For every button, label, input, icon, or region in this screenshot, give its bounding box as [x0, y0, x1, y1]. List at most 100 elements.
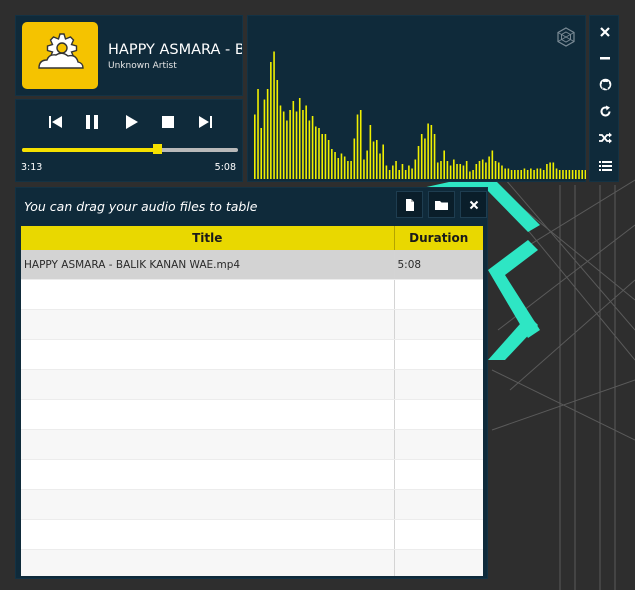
repeat-button[interactable] [590, 98, 620, 124]
seek-bar-fill [22, 148, 158, 152]
spectrum-bar [382, 144, 384, 179]
empty-table-row [21, 489, 483, 520]
shuffle-button[interactable] [590, 125, 620, 151]
empty-cell [394, 549, 483, 576]
spectrum-bar [273, 51, 275, 179]
spectrum-bar [372, 141, 375, 179]
empty-cell [394, 279, 483, 310]
spectrum-bar [440, 161, 442, 179]
spectrum-bar [453, 159, 455, 179]
table-row[interactable]: HAPPY ASMARA - BALIK KANAN WAE.mp4 5:08 [21, 250, 483, 280]
close-button[interactable] [590, 19, 620, 45]
spectrum-bar [565, 170, 567, 179]
playback-controls: 3:13 5:08 [15, 99, 243, 182]
spectrum-bar [417, 146, 420, 179]
shuffle-icon [599, 132, 612, 144]
spectrum-bar [337, 158, 340, 179]
empty-table-row [21, 339, 483, 370]
spectrum-bar [359, 110, 362, 179]
spectrum-bar [478, 161, 481, 179]
spectrum-bar [549, 162, 551, 179]
empty-cell [394, 459, 483, 490]
gear-cloud-icon [38, 33, 84, 69]
spectrum-bar [488, 156, 490, 179]
spectrum-bar [536, 168, 539, 179]
spectrum-bar [494, 161, 497, 179]
spectrum-bar [507, 168, 510, 179]
empty-cell [21, 549, 395, 576]
previous-button[interactable] [44, 112, 68, 132]
spectrum-bar [260, 128, 263, 179]
visualizer-logo-icon[interactable] [556, 27, 576, 47]
spectrum-bar [318, 128, 320, 179]
empty-cell [394, 429, 483, 460]
now-playing-panel: HAPPY ASMARA - BALIK KANAN WAE Unknown A… [15, 15, 243, 96]
spectrum-bar [350, 161, 352, 179]
spectrum-bar [414, 159, 417, 179]
playlist-table: Title Duration HAPPY ASMARA - BALIK KANA… [21, 226, 483, 576]
spectrum-bar [366, 150, 368, 179]
column-header-title[interactable]: Title [21, 226, 395, 250]
play-button[interactable] [119, 112, 143, 132]
spectrum-bar [539, 168, 542, 179]
folder-icon [435, 200, 448, 210]
spectrum-bar [257, 89, 259, 179]
spectrum-bar [408, 165, 410, 179]
empty-cell [21, 489, 395, 520]
clear-playlist-button[interactable] [460, 191, 487, 218]
spectrum-bar [343, 156, 346, 179]
spectrum-bar [462, 165, 465, 179]
add-folder-button[interactable] [428, 191, 455, 218]
empty-cell [394, 399, 483, 430]
stop-icon [162, 116, 174, 128]
song-title: HAPPY ASMARA - BALIK KANAN WAE [108, 42, 242, 58]
github-button[interactable] [590, 71, 620, 97]
current-time: 3:13 [21, 162, 43, 173]
spectrum-bar [282, 111, 285, 179]
spectrum-bar [526, 170, 529, 179]
skip-next-icon [199, 116, 212, 128]
track-duration-cell: 5:08 [394, 250, 483, 280]
spectrum-bar [270, 62, 272, 179]
spectrum-bar [314, 126, 317, 179]
spectrum-bar [392, 165, 394, 179]
spectrum-bar [279, 105, 282, 179]
list-icon [598, 161, 612, 171]
spectrum-bar [420, 134, 423, 179]
spectrum-bar [555, 168, 558, 179]
add-file-button[interactable] [396, 191, 423, 218]
spectrum-bar [375, 140, 378, 179]
minimize-button[interactable] [590, 45, 620, 71]
empty-cell [21, 279, 395, 310]
empty-table-row [21, 519, 483, 550]
spectrum-bars [254, 51, 586, 179]
spectrum-bar [456, 164, 458, 179]
spectrum-bar [395, 161, 397, 179]
spectrum-bar [485, 162, 487, 179]
github-icon [599, 78, 611, 90]
spectrum-bar [449, 165, 452, 179]
seek-bar-thumb[interactable] [153, 144, 163, 154]
spectrum-bar [430, 125, 433, 179]
spectrum-bar [298, 98, 301, 179]
empty-table-row [21, 279, 483, 310]
empty-table-row [21, 549, 483, 576]
playlist-button[interactable] [590, 153, 620, 179]
seek-bar[interactable] [22, 144, 238, 154]
spectrum-bar [568, 170, 571, 179]
close-icon [469, 200, 478, 209]
spectrum-bar [331, 149, 333, 179]
empty-cell [21, 399, 395, 430]
spectrum-bar [501, 165, 503, 179]
spectrum-bar [472, 170, 474, 179]
spectrum-bar [276, 80, 279, 179]
column-header-duration[interactable]: Duration [394, 226, 483, 250]
skip-previous-icon [49, 116, 62, 128]
stop-button[interactable] [156, 112, 180, 132]
spectrum-bar [311, 116, 314, 179]
file-icon [405, 198, 414, 211]
pause-button[interactable] [80, 112, 104, 132]
next-button[interactable] [193, 112, 217, 132]
spectrum-bar [581, 170, 584, 179]
spectrum-bar [546, 164, 548, 179]
